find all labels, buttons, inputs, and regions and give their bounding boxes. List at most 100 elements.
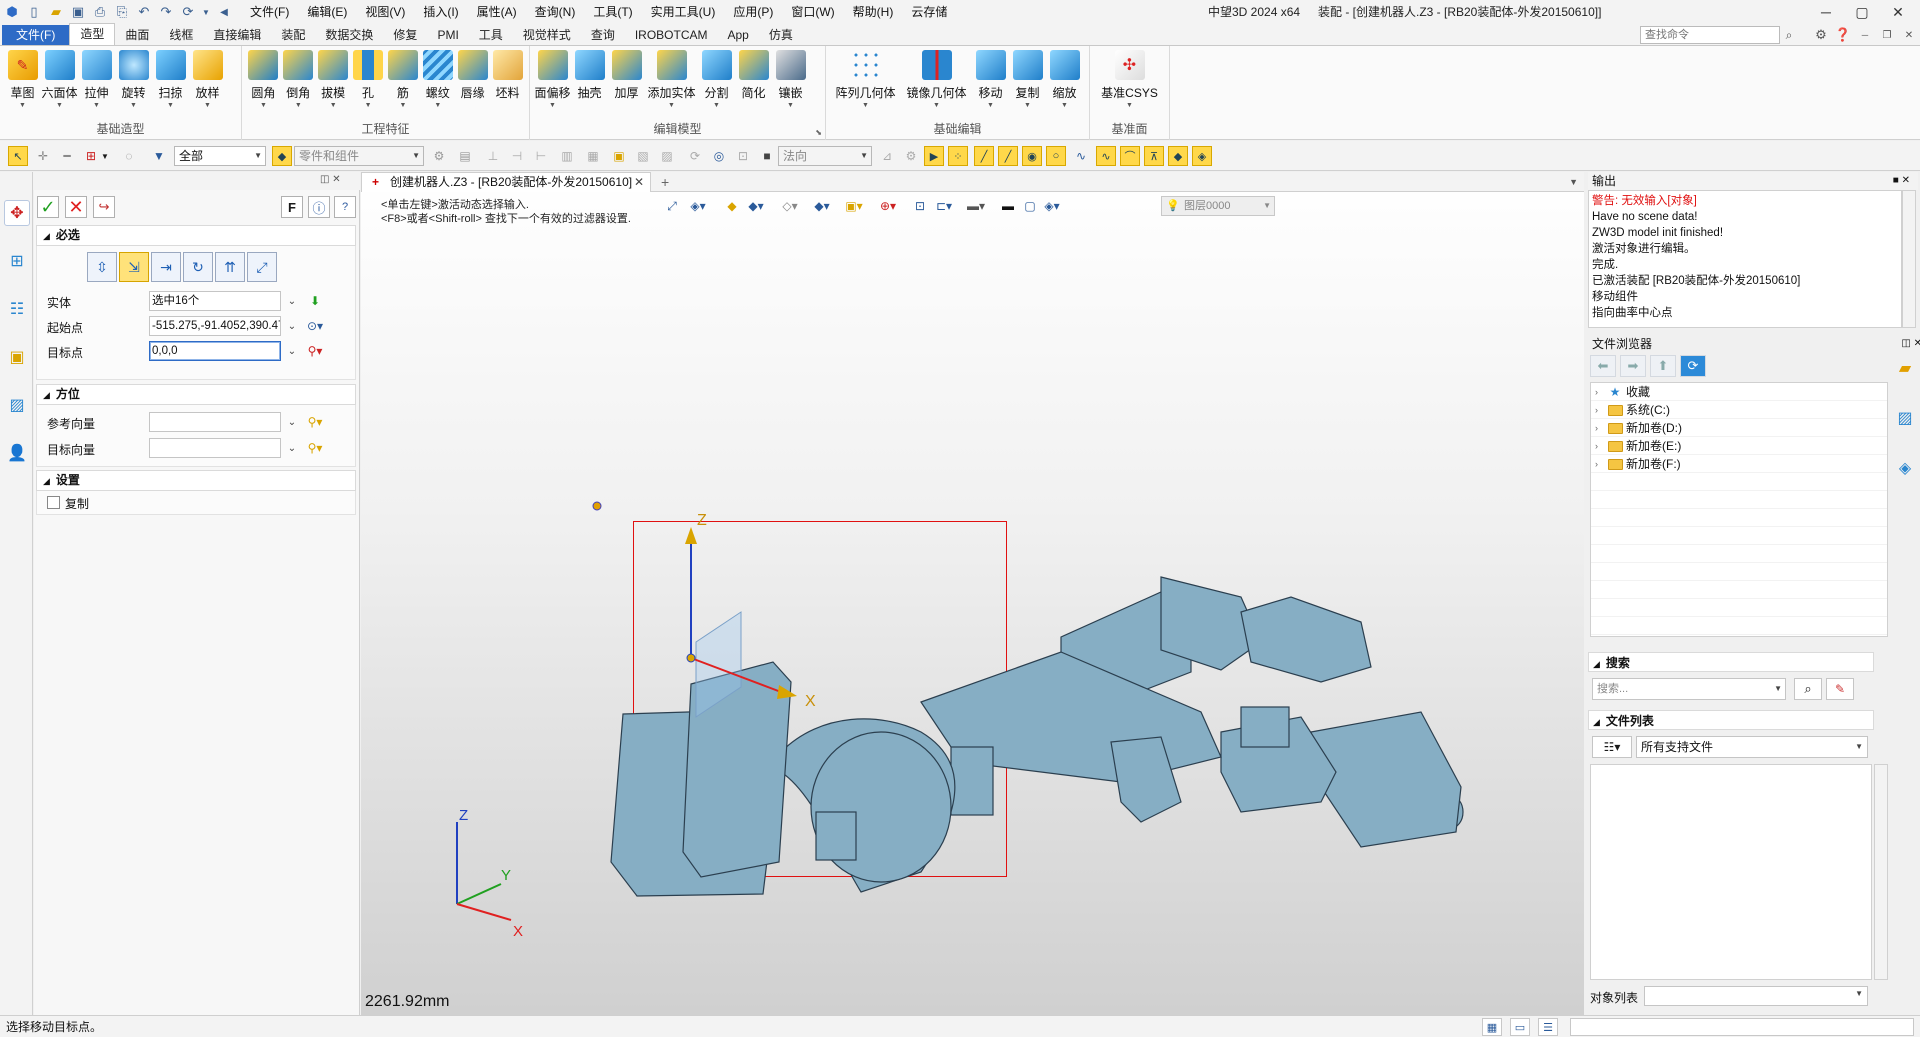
chevron-double-down-icon[interactable]: ⌄ — [285, 341, 299, 361]
component-icon[interactable]: ▥ — [558, 147, 576, 165]
part-component-select[interactable]: 零件和组件 ▼ — [294, 146, 424, 166]
tab-repair[interactable]: 修复 — [383, 25, 427, 45]
normal-select[interactable]: 法向 ▼ — [778, 146, 872, 166]
thicken-button[interactable]: 加厚 — [609, 50, 645, 116]
up-arrow-icon[interactable]: ⬆ — [1650, 355, 1676, 377]
sweep-button[interactable]: 扫掠 ▼ — [153, 50, 189, 116]
snap-endpoint-icon[interactable]: ╱ — [998, 146, 1018, 166]
info-icon[interactable]: ⓘ — [308, 196, 330, 218]
snap-line-icon[interactable]: ╱ — [974, 146, 994, 166]
group-icon[interactable]: ▧ — [634, 147, 652, 165]
tree-item-drive[interactable]: › 系统(C:) — [1595, 401, 1670, 419]
lip-button[interactable]: 唇缘 — [456, 50, 490, 116]
tab-simulation[interactable]: 仿真 — [759, 25, 803, 45]
copy-button[interactable]: 复制 ▼ — [1010, 50, 1046, 116]
section-settings[interactable]: ◢ 设置 — [36, 470, 356, 491]
fillet-button[interactable]: 圆角 ▼ — [247, 50, 281, 116]
snap-settings-icon[interactable]: ⚙ — [902, 147, 920, 165]
ref-vector-field[interactable] — [149, 412, 281, 432]
monitor-icon[interactable]: ▭ — [1510, 1018, 1530, 1036]
tree-item-drive[interactable]: › 新加卷(E:) — [1595, 437, 1681, 455]
mate-icon[interactable]: ⊢ — [532, 147, 550, 165]
vector-picker-icon[interactable]: ⚲▾ — [301, 412, 329, 432]
revolve-button[interactable]: 旋转 ▼ — [116, 50, 152, 116]
copy-checkbox[interactable] — [47, 496, 60, 509]
robot-assembly-model[interactable]: Z X Z Y X — [361, 172, 1584, 1015]
layers-icon[interactable]: ◈ — [1892, 455, 1918, 481]
menu-help[interactable]: 帮助(H) — [844, 0, 903, 24]
list-icon[interactable]: ☰ — [1538, 1018, 1558, 1036]
curve-icon[interactable]: ∿ — [1072, 147, 1090, 165]
ruler-icon[interactable]: ⊡ — [734, 147, 752, 165]
folder-icon[interactable]: ▰ — [1892, 355, 1918, 381]
cancel-button[interactable]: ✕ — [65, 196, 87, 218]
menu-query[interactable]: 查询(N) — [526, 0, 585, 24]
settings-icon[interactable]: ⚙ — [430, 147, 448, 165]
filter-select[interactable]: 全部 ▼ — [174, 146, 266, 166]
search-section-title[interactable]: ◢ 搜索 — [1588, 652, 1874, 672]
menu-tools[interactable]: 工具(T) — [584, 0, 641, 24]
tab-pmi[interactable]: PMI — [427, 25, 468, 45]
refresh-icon[interactable]: ⟳ — [1680, 355, 1706, 377]
view-icon[interactable]: ▨ — [4, 392, 30, 418]
snap-tangent-icon[interactable]: ⊼ — [1144, 146, 1164, 166]
graphics-viewport[interactable]: + 创建机器人.Z3 - [RB20装配体-外发20150610] ✕ + ▼ … — [361, 172, 1584, 1015]
command-search-input[interactable] — [1640, 26, 1780, 44]
line-icon[interactable]: ━ — [58, 147, 76, 165]
filter-icon[interactable]: ▼ — [150, 147, 168, 165]
print-preview-icon[interactable]: ⎘ — [114, 4, 130, 20]
rotate-icon[interactable]: ⟳ — [686, 147, 704, 165]
gizmo-z-arrow-icon[interactable] — [685, 527, 697, 544]
assembly-tree-icon[interactable]: ☷ — [4, 296, 30, 322]
chevron-double-down-icon[interactable]: ⌄ — [285, 412, 299, 432]
tab-tools[interactable]: 工具 — [469, 25, 513, 45]
thread-button[interactable]: 螺纹 ▼ — [421, 50, 455, 116]
tab-surface[interactable]: 曲面 — [115, 25, 159, 45]
point-picker-icon[interactable]: ⊙▾ — [301, 316, 329, 336]
pattern-geometry-button[interactable]: 阵列几何体 ▼ — [831, 50, 901, 116]
close-button[interactable]: ✕ — [1880, 0, 1916, 24]
section-orientation[interactable]: ◢ 方位 — [36, 384, 356, 405]
print-icon[interactable]: ⎙ — [92, 4, 108, 20]
loft-button[interactable]: 放样 ▼ — [190, 50, 226, 116]
menu-apps[interactable]: 应用(P) — [724, 0, 782, 24]
play-icon[interactable]: ▶ — [924, 146, 944, 166]
menu-window[interactable]: 窗口(W) — [782, 0, 843, 24]
history-tree-icon[interactable]: ⊞ — [4, 248, 30, 274]
target-picker-icon[interactable]: ⚲▾ — [301, 341, 329, 361]
tab-assembly[interactable]: 装配 — [271, 25, 315, 45]
redo-icon[interactable]: ↷ — [158, 4, 174, 20]
status-input-field[interactable] — [1570, 1018, 1914, 1036]
move-tool-icon[interactable]: ✥ — [4, 200, 30, 226]
select-entity-icon[interactable]: ⬇ — [301, 291, 329, 311]
move-mode-dynamic-icon[interactable]: ⇳ — [87, 252, 117, 282]
sketch-button[interactable]: ✎ 草图 ▼ — [5, 50, 41, 116]
apply-button[interactable]: ↪ — [93, 196, 115, 218]
menu-file[interactable]: 文件(F) — [241, 0, 298, 24]
face-offset-button[interactable]: 面偏移 ▼ — [535, 50, 571, 116]
save-icon[interactable]: ▣ — [70, 4, 86, 20]
target-point-field[interactable]: 0,0,0 — [149, 341, 281, 361]
menu-view[interactable]: 视图(V) — [356, 0, 414, 24]
toolbar-icon[interactable]: ▤ — [456, 147, 474, 165]
snap-point-icon[interactable]: ⁘ — [948, 146, 968, 166]
split-button[interactable]: 分割 ▼ — [699, 50, 735, 116]
chevron-double-down-icon[interactable]: ⌄ — [285, 316, 299, 336]
open-file-icon[interactable]: ▰ — [48, 4, 64, 20]
move-button[interactable]: 移动 ▼ — [973, 50, 1009, 116]
explode-icon[interactable]: ▨ — [658, 147, 676, 165]
shell-button[interactable]: 抽壳 — [572, 50, 608, 116]
menu-cloud[interactable]: 云存储 — [902, 0, 956, 24]
back-arrow-icon[interactable]: ◀ — [216, 4, 232, 20]
snap-icon[interactable]: ⊿ — [878, 147, 896, 165]
pick-mode-icon[interactable]: ↖ — [8, 146, 28, 166]
gizmo-origin-icon[interactable] — [686, 653, 696, 663]
pin-icon[interactable]: ■ ✕ — [1893, 172, 1910, 190]
grid-icon[interactable]: ▦ — [1482, 1018, 1502, 1036]
crosshair-icon[interactable]: ✛ — [34, 147, 52, 165]
insert-icon[interactable]: ▣ — [610, 147, 628, 165]
search-input[interactable]: 搜索... ▼ — [1592, 678, 1786, 700]
menu-insert[interactable]: 插入(I) — [414, 0, 467, 24]
ribbon-minimize-icon[interactable]: ─ — [1854, 24, 1876, 46]
stop-icon[interactable]: ■ — [758, 147, 776, 165]
